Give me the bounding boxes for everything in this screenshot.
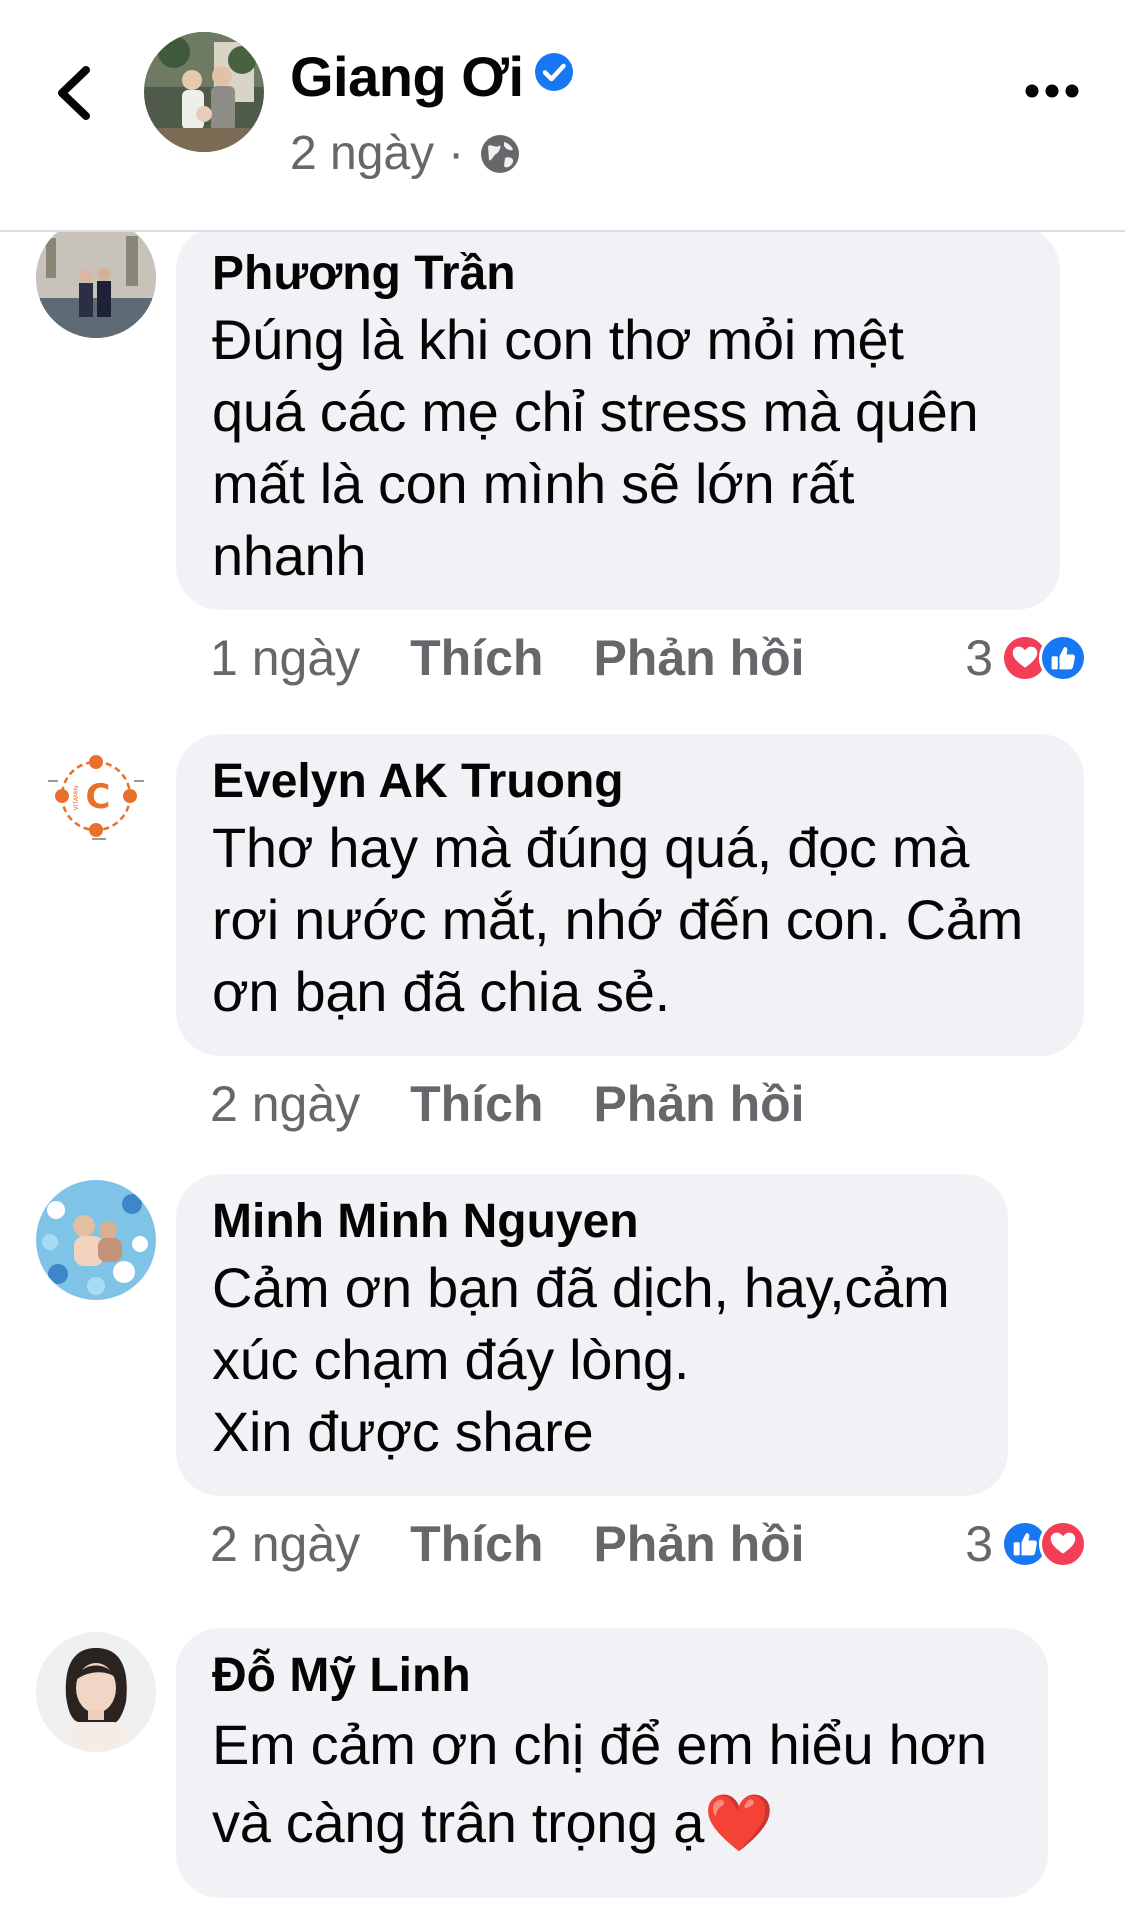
post-meta: 2 ngày · [290,126,522,181]
comment-author[interactable]: Phương Trần [212,244,1024,304]
page-name[interactable]: Giang Ơi [290,44,574,109]
reaction-count: 3 [965,1516,993,1572]
meta-separator: · [448,127,465,180]
like-button[interactable]: Thích [410,1075,543,1133]
chevron-left-icon [58,66,90,120]
comment-line: rơi nước mắt, nhớ đến con. Cảm [212,888,1023,951]
comment-bubble[interactable]: Đỗ Mỹ Linh Em cảm ơn chị để em hiểu hơn … [176,1628,1048,1898]
comment-line: mất là con mình sẽ lớn rất [212,452,855,515]
portrait-photo-icon [36,1632,156,1752]
verified-badge-icon [534,53,573,91]
reply-button[interactable]: Phản hồi [593,629,804,687]
reaction-count: 3 [965,630,993,686]
like-button[interactable]: Thích [410,629,543,687]
like-reaction-icon [1039,634,1087,682]
comment-text: Đúng là khi con thơ mỏi mệt quá các mẹ c… [212,304,1024,592]
love-reaction-icon [1039,1520,1087,1568]
couple-photo-icon [36,218,156,338]
comment-line: Đúng là khi con thơ mỏi mệt [212,308,904,371]
comment-actions: 2 ngày Thích Phản hồi [210,1514,805,1574]
post-time: 2 ngày [290,127,435,180]
avatar[interactable] [36,218,156,338]
comment-line: Xin được share [212,1400,594,1463]
comment-line: xúc chạm đáy lòng. [212,1328,690,1391]
reply-button[interactable]: Phản hồi [593,1515,804,1573]
comment-line: nhanh [212,524,367,587]
avatar[interactable] [36,1632,156,1752]
page-avatar[interactable] [144,32,264,152]
globe-icon [481,134,520,173]
vitamin-letter: C [86,777,111,817]
comment-author[interactable]: Minh Minh Nguyen [212,1192,972,1252]
comment-author[interactable]: Đỗ Mỹ Linh [212,1646,1012,1706]
comment-bubble[interactable]: Evelyn AK Truong Thơ hay mà đúng quá, đọ… [176,734,1084,1056]
comment-line: Thơ hay mà đúng quá, đọc mà [212,816,970,879]
vitamin-word: VITAMIN [73,786,80,811]
comment-bubble[interactable]: Phương Trần Đúng là khi con thơ mỏi mệt … [176,226,1060,610]
comment-bubble[interactable]: Minh Minh Nguyen Cảm ơn bạn đã dịch, hay… [176,1174,1008,1496]
comment-line: Em cảm ơn chị để em hiểu hơn [212,1713,987,1776]
comment-line: Cảm ơn bạn đã dịch, hay,cảm [212,1256,950,1319]
comments-screen: Giang Ơi 2 ngày · Phương Trần Đúng là kh… [0,0,1125,1908]
avatar[interactable] [36,1180,156,1300]
back-button[interactable] [44,58,104,128]
avatar[interactable]: C VITAMIN [36,736,156,856]
reply-button[interactable]: Phản hồi [593,1075,804,1133]
more-options-button[interactable] [1024,80,1080,102]
comment-line: quá các mẹ chỉ stress mà quên [212,380,979,443]
comment-time: 2 ngày [210,1516,361,1572]
reaction-summary[interactable]: 3 [965,628,1087,688]
comment-text: Thơ hay mà đúng quá, đọc mà rơi nước mắt… [212,812,1048,1028]
ball-pit-photo-icon [36,1180,156,1300]
reaction-summary[interactable]: 3 [965,1514,1087,1574]
comment-author[interactable]: Evelyn AK Truong [212,752,1048,812]
comment-line: và càng trân trọng ạ❤️ [212,1791,774,1854]
comment-text: Cảm ơn bạn đã dịch, hay,cảm xúc chạm đáy… [212,1252,972,1468]
like-button[interactable]: Thích [410,1515,543,1573]
page-name-label: Giang Ơi [290,45,524,108]
family-photo-icon [144,32,264,152]
comment-actions: 2 ngày Thích Phản hồi [210,1074,805,1134]
comment-time: 1 ngày [210,630,361,686]
vitamin-c-logo-icon: C VITAMIN [36,736,156,856]
post-header: Giang Ơi 2 ngày · [0,0,1125,232]
comment-time: 2 ngày [210,1076,361,1132]
comment-line: ơn bạn đã chia sẻ. [212,960,670,1023]
more-dots-icon [1025,84,1079,98]
comment-text: Em cảm ơn chị để em hiểu hơn và càng trâ… [212,1706,1012,1862]
comment-actions: 1 ngày Thích Phản hồi [210,628,805,688]
